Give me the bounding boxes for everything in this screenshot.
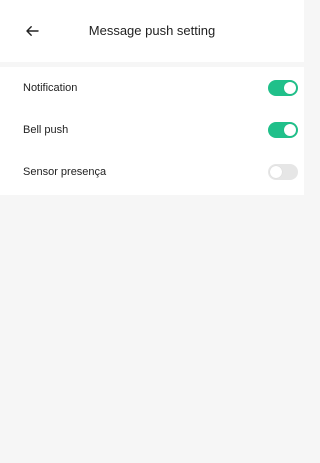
- sensor-presence-setting-row[interactable]: Sensor presença: [0, 151, 304, 193]
- bell-push-toggle[interactable]: [268, 122, 298, 138]
- sensor-presence-label: Sensor presença: [23, 166, 107, 178]
- sensor-presence-toggle[interactable]: [268, 164, 298, 180]
- top-header: Message push setting: [0, 0, 304, 62]
- toggle-knob: [284, 124, 296, 136]
- toggle-knob: [284, 82, 296, 94]
- toggle-knob: [270, 166, 282, 178]
- message-push-setting-screen: Message push setting Notification Bell p…: [0, 0, 304, 463]
- page-title: Message push setting: [88, 23, 216, 38]
- notification-setting-row[interactable]: Notification: [0, 67, 304, 109]
- notification-label: Notification: [23, 82, 78, 94]
- notification-toggle[interactable]: [268, 80, 298, 96]
- bell-push-label: Bell push: [23, 124, 69, 136]
- settings-card: Notification Bell push Sensor presença: [0, 67, 304, 195]
- bell-push-setting-row[interactable]: Bell push: [0, 109, 304, 151]
